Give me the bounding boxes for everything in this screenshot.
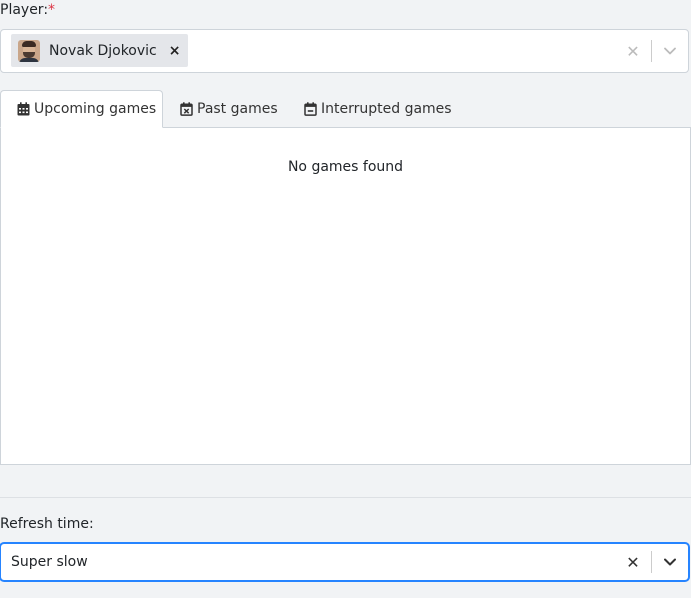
player-label: Player:* — [0, 2, 55, 18]
required-marker: * — [48, 2, 56, 18]
player-select-indicators: ✕ — [615, 30, 688, 72]
player-select[interactable]: Novak Djokovic × ✕ — [0, 29, 689, 73]
refresh-select-indicators: ✕ — [615, 544, 688, 580]
tab-interrupted-games[interactable]: Interrupted games — [304, 90, 452, 128]
games-tabs: Upcoming games Past games Interrupted ga… — [0, 90, 691, 128]
calendar-x-icon — [180, 102, 193, 116]
section-divider — [0, 497, 691, 498]
empty-state-message: No games found — [287, 159, 404, 175]
refresh-time-label: Refresh time: — [0, 516, 94, 532]
tab-upcoming-games-label: Upcoming games — [34, 101, 157, 117]
refresh-time-select[interactable]: Super slow ✕ — [0, 543, 689, 581]
calendar-minus-icon — [304, 102, 317, 116]
selected-player-name: Novak Djokovic — [49, 42, 157, 59]
player-avatar — [18, 39, 40, 62]
tab-upcoming-games[interactable]: Upcoming games — [0, 90, 163, 128]
clear-refresh-icon[interactable]: ✕ — [615, 553, 651, 572]
tab-interrupted-games-label: Interrupted games — [321, 101, 452, 117]
tab-past-games-label: Past games — [197, 101, 278, 117]
refresh-dropdown-chevron-icon[interactable] — [652, 558, 688, 566]
player-dropdown-chevron-icon[interactable] — [652, 47, 688, 55]
remove-player-icon[interactable]: × — [169, 43, 181, 59]
games-panel: No games found — [0, 127, 691, 465]
calendar-icon — [17, 102, 30, 116]
clear-player-icon[interactable]: ✕ — [615, 42, 651, 61]
selected-player-chip: Novak Djokovic × — [11, 34, 189, 67]
refresh-time-value: Super slow — [11, 554, 88, 570]
player-label-text: Player: — [0, 2, 49, 18]
tab-past-games[interactable]: Past games — [180, 90, 278, 128]
